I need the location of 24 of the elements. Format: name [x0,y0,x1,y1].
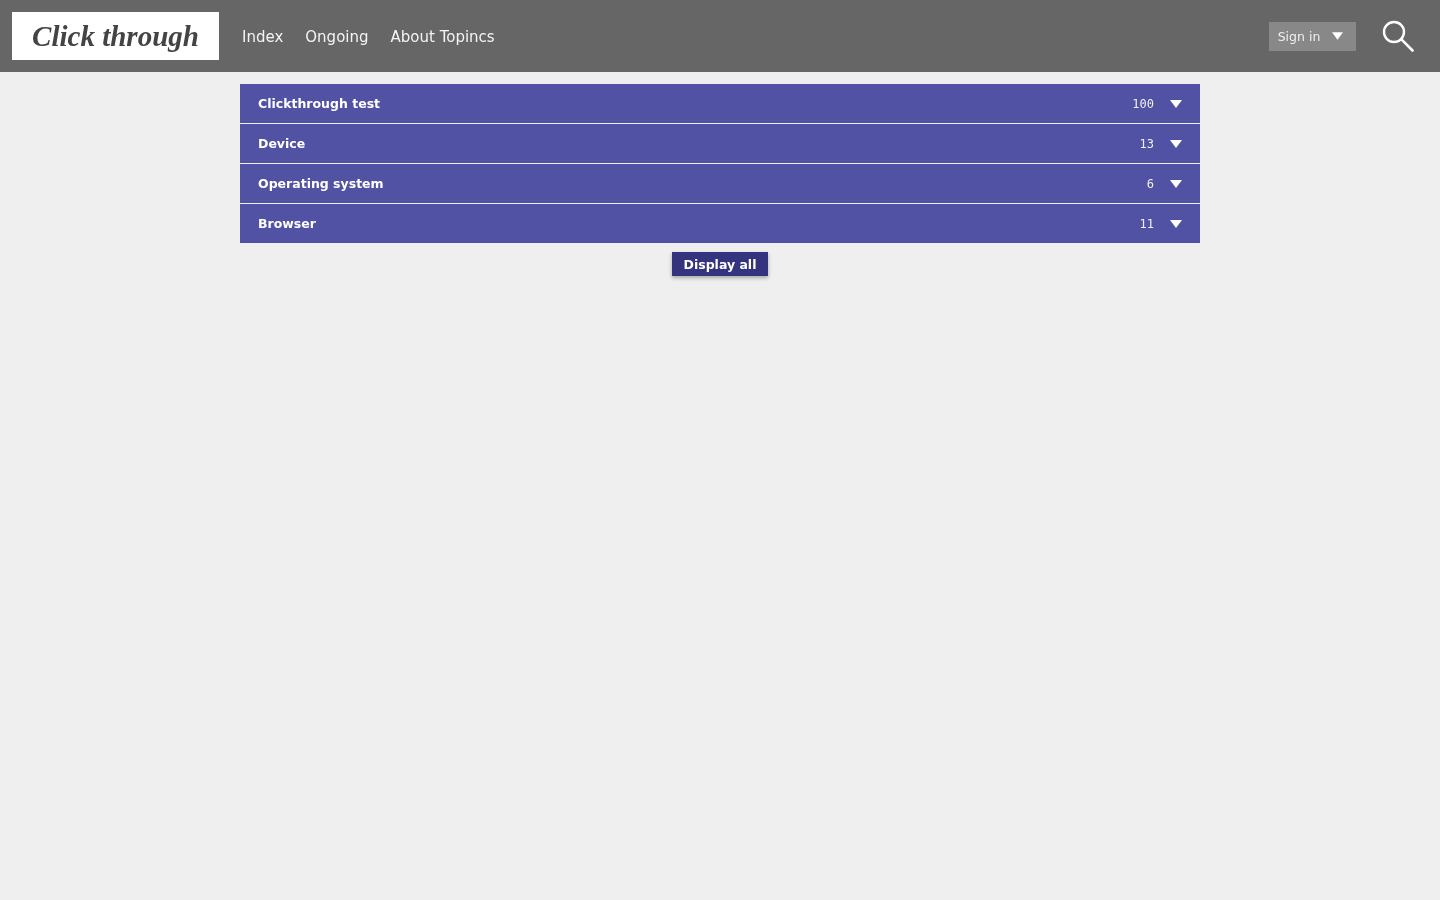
facet-row[interactable]: Device 13 [240,124,1200,163]
caret-icon [1170,99,1182,108]
facet-title: Browser [258,216,317,231]
facet-row[interactable]: Clickthrough test 100 [240,84,1200,123]
display-all-button[interactable]: Display all [671,252,769,276]
nav-link[interactable]: Index [242,28,284,46]
caret-icon [1332,32,1344,40]
site-logo[interactable]: Click through [12,12,219,60]
facet-count: 100 [1132,96,1154,111]
search-icon [1382,20,1414,52]
facet-title: Operating system [258,176,385,191]
facet-count: 13 [1139,136,1154,151]
facet-row[interactable]: Browser 11 [240,204,1200,243]
nav-link[interactable]: Ongoing [305,28,369,46]
nav-link[interactable]: About Topincs [390,28,495,46]
facet-title: Clickthrough test [258,96,382,111]
facet-title: Device [258,136,307,151]
caret-icon [1170,139,1182,148]
facet-row[interactable]: Operating system 6 [240,164,1200,203]
caret-icon [1170,219,1182,228]
search-button[interactable] [1382,20,1414,52]
caret-icon [1170,179,1182,188]
facet-count: 11 [1139,216,1154,231]
facet-count: 6 [1146,176,1154,191]
